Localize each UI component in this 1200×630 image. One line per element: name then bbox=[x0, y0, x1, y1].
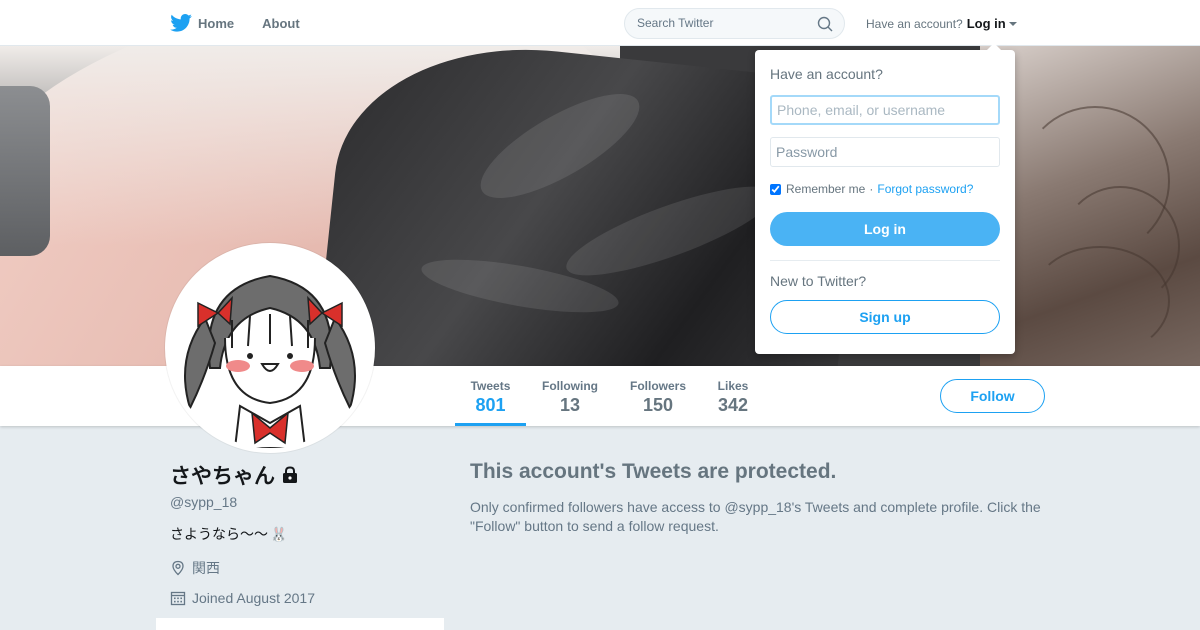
lock-icon bbox=[283, 466, 297, 483]
avatar-illustration bbox=[170, 248, 370, 448]
search-box bbox=[624, 8, 845, 39]
profile-location-text: 関西 bbox=[192, 560, 220, 576]
twitter-bird-icon bbox=[170, 14, 192, 32]
dropdown-caret bbox=[987, 43, 1001, 50]
stat-tweets[interactable]: Tweets 801 bbox=[455, 366, 526, 426]
profile-handle[interactable]: @sypp_18 bbox=[170, 494, 450, 510]
signup-button[interactable]: Sign up bbox=[770, 300, 1000, 334]
follow-button[interactable]: Follow bbox=[940, 379, 1045, 413]
stat-label: Following bbox=[542, 379, 598, 393]
stat-value: 342 bbox=[717, 395, 749, 415]
divider bbox=[770, 260, 1000, 261]
stat-value: 801 bbox=[475, 395, 506, 415]
search-icon[interactable] bbox=[817, 16, 833, 32]
login-link[interactable]: Log in bbox=[967, 16, 1006, 31]
username-field[interactable] bbox=[770, 95, 1000, 125]
new-to-twitter-label: New to Twitter? bbox=[770, 273, 867, 289]
profile-bio-text: さようなら～～ bbox=[170, 526, 268, 542]
avatar[interactable] bbox=[165, 243, 375, 453]
login-menu-toggle[interactable]: Have an account? Log in bbox=[866, 16, 1017, 31]
nav-left: Home About bbox=[170, 0, 328, 46]
protected-body: Only confirmed followers have access to … bbox=[470, 499, 1041, 534]
nav-home[interactable]: Home bbox=[170, 14, 234, 32]
nav-about-label: About bbox=[262, 15, 300, 31]
stat-value: 150 bbox=[642, 395, 674, 415]
nav-home-label: Home bbox=[198, 15, 235, 31]
profile-name: さやちゃん bbox=[170, 460, 450, 490]
profile-name-text[interactable]: さやちゃん bbox=[170, 460, 275, 490]
password-field[interactable] bbox=[770, 137, 1000, 167]
profile-bio: さようなら～～ 🐰 bbox=[170, 524, 450, 544]
search-input[interactable] bbox=[637, 16, 817, 30]
stat-likes[interactable]: Likes 342 bbox=[710, 366, 756, 426]
sidebar-module bbox=[156, 618, 444, 630]
profile-joined: Joined August 2017 bbox=[170, 590, 450, 606]
top-navigation: Home About Have an account? Log in bbox=[0, 0, 1200, 46]
login-title: Have an account? bbox=[770, 66, 883, 82]
login-dropdown: Have an account? Remember me · Forgot pa… bbox=[755, 43, 1015, 354]
stat-following[interactable]: Following 13 bbox=[534, 366, 606, 426]
profile-card: さやちゃん @sypp_18 さようなら～～ 🐰 関西 Joined Augus… bbox=[170, 460, 450, 606]
stat-followers[interactable]: Followers 150 bbox=[622, 366, 694, 426]
remember-checkbox[interactable] bbox=[770, 183, 781, 195]
profile-joined-text: Joined August 2017 bbox=[192, 590, 315, 606]
stat-value: 13 bbox=[559, 395, 581, 415]
account-prompt: Have an account? bbox=[866, 16, 963, 31]
location-icon bbox=[172, 560, 184, 576]
bunny-emoji: 🐰 bbox=[270, 525, 288, 542]
profile-location: 関西 bbox=[170, 558, 450, 578]
remember-row: Remember me · Forgot password? bbox=[770, 182, 973, 196]
stat-label: Followers bbox=[629, 379, 686, 393]
chevron-down-icon bbox=[1008, 21, 1017, 26]
protected-title: This account's Tweets are protected. bbox=[470, 460, 837, 483]
nav-about[interactable]: About bbox=[262, 16, 300, 31]
forgot-password-link[interactable]: Forgot password? bbox=[877, 182, 973, 196]
stat-label: Likes bbox=[717, 379, 749, 393]
stat-label: Tweets bbox=[470, 379, 511, 393]
protected-notice: This account's Tweets are protected. Onl… bbox=[470, 460, 1070, 536]
remember-separator: · bbox=[869, 182, 874, 196]
login-button[interactable]: Log in bbox=[770, 212, 1000, 246]
remember-label[interactable]: Remember me bbox=[786, 182, 865, 196]
calendar-icon bbox=[170, 591, 186, 606]
